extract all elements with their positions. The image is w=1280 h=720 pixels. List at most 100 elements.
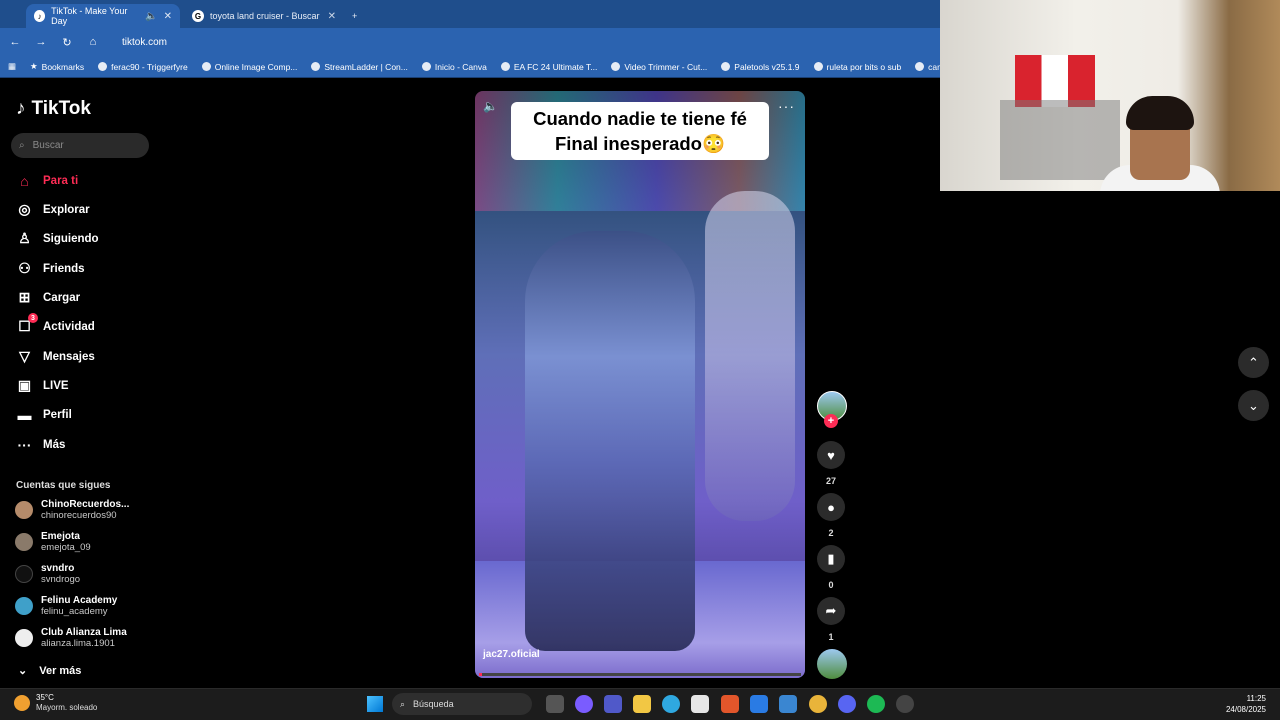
avatar	[15, 629, 33, 647]
close-tab-icon[interactable]: ✕	[164, 11, 172, 22]
bookmark-item[interactable]: EA FC 24 Ultimate T...	[500, 62, 597, 72]
video-progress-bar[interactable]	[479, 673, 801, 676]
home-icon[interactable]: ⌂	[86, 36, 100, 48]
bookmark-item[interactable]: ★ Bookmarks	[30, 61, 84, 72]
bookmark-item[interactable]: ferac90 - Triggerfyre	[98, 62, 188, 72]
save-button[interactable]: ▮	[817, 545, 845, 573]
music-disc-icon[interactable]	[817, 649, 847, 679]
edge-icon[interactable]	[662, 695, 680, 713]
tab-google-search[interactable]: G toyota land cruiser - Buscar con ✕	[184, 4, 344, 28]
followed-account[interactable]: Felinu Academy felinu_academy	[15, 595, 117, 617]
like-button[interactable]: ♥	[817, 441, 845, 469]
nav-siguiendo[interactable]: ♙ Siguiendo	[16, 230, 98, 247]
file-explorer-icon[interactable]	[633, 695, 651, 713]
task-view-icon[interactable]	[546, 695, 564, 713]
live-icon: ▣	[17, 377, 32, 393]
bookmark-item[interactable]: Video Trimmer - Cut...	[611, 62, 707, 72]
share-icon: ➦	[825, 603, 837, 618]
bookmark-item[interactable]: Inicio - Canva	[421, 62, 487, 72]
search-icon: ⌕	[19, 140, 25, 151]
video-frame	[705, 191, 795, 521]
comment-icon: ●	[827, 499, 835, 515]
star-icon: ★	[30, 61, 38, 71]
chevron-down-icon: ⌄	[18, 665, 28, 677]
windows-start-icon[interactable]	[367, 696, 383, 712]
bookmark-item[interactable]: Paletools v25.1.9	[721, 62, 800, 72]
bookmark-favicon-icon	[201, 62, 211, 71]
speaker-icon[interactable]: 🔈	[145, 11, 157, 22]
webcam-overlay	[940, 0, 1280, 191]
tab-title: toyota land cruiser - Buscar con	[210, 11, 320, 21]
share-button[interactable]: ➦	[817, 597, 845, 625]
previous-video-button[interactable]: ⌃	[1238, 347, 1269, 378]
share-count: 1	[828, 632, 834, 642]
next-video-button[interactable]: ⌄	[1238, 390, 1269, 421]
bookmark-favicon-icon	[721, 62, 731, 71]
see-more-button[interactable]: ⌄ Ver más	[18, 664, 81, 678]
spotify-icon[interactable]	[867, 695, 885, 713]
system-clock[interactable]: 11:25 24/08/2025	[1212, 693, 1266, 715]
bookmark-item[interactable]: ruleta por bits o sub	[813, 62, 901, 72]
more-options-icon[interactable]: ···	[778, 98, 795, 114]
nav-actividad[interactable]: ☐ 3 Actividad	[16, 313, 95, 335]
discord-icon[interactable]	[838, 695, 856, 713]
bookmark-item[interactable]: camara cel	[915, 62, 940, 72]
teams-icon[interactable]	[604, 695, 622, 713]
video-player[interactable]	[475, 91, 805, 678]
followed-account[interactable]: Club Alianza Lima alianza.lima.1901	[15, 627, 127, 649]
bookmark-favicon-icon	[813, 62, 823, 71]
follow-plus-icon[interactable]: +	[824, 414, 838, 428]
tab-title: TikTok - Make Your Day	[51, 6, 128, 26]
followed-account[interactable]: ChinoRecuerdos... chinorecuerdos90	[15, 499, 129, 521]
forward-icon[interactable]: →	[34, 36, 48, 48]
copilot-icon[interactable]	[575, 695, 593, 713]
taskbar-search[interactable]: ⌕ Búsqueda	[392, 693, 532, 715]
reload-icon[interactable]: ↻	[60, 36, 74, 49]
address-bar: ← → ↻ ⌂ tiktok.com	[0, 28, 940, 56]
followed-account[interactable]: Emejota emejota_09	[15, 531, 91, 553]
nav-mas[interactable]: ··· Más	[16, 436, 66, 453]
tiktok-favicon-icon: ♪	[34, 10, 46, 22]
nav-mensajes[interactable]: ▽ Mensajes	[16, 348, 95, 365]
tiktok-logo[interactable]: ♪ TikTok	[16, 98, 91, 120]
mail-icon[interactable]	[750, 695, 768, 713]
apps-icon[interactable]: ▦	[8, 61, 16, 72]
activity-icon: ☐ 3	[16, 313, 38, 335]
new-tab-button[interactable]: +	[344, 4, 365, 28]
nav-explorar[interactable]: ◎ Explorar	[16, 201, 89, 218]
bookmark-favicon-icon	[421, 62, 431, 71]
nav-cargar[interactable]: ⊞ Cargar	[16, 289, 80, 306]
followed-account[interactable]: svndro svndrogo	[15, 563, 80, 585]
nav-perfil[interactable]: ▬ Perfil	[16, 406, 72, 423]
photos-icon[interactable]	[779, 695, 797, 713]
back-icon[interactable]: ←	[8, 36, 22, 48]
search-input[interactable]: ⌕ Buscar	[11, 133, 149, 158]
office-icon[interactable]	[721, 695, 739, 713]
bookmark-item[interactable]: StreamLadder | Con...	[311, 62, 408, 72]
chrome-icon[interactable]	[809, 695, 827, 713]
close-tab-icon[interactable]: ✕	[328, 11, 336, 22]
friends-icon: ⚇	[18, 260, 31, 276]
profile-icon: ▬	[17, 406, 32, 423]
bookmark-favicon-icon	[915, 62, 925, 71]
avatar	[15, 501, 33, 519]
nav-live[interactable]: ▣ LIVE	[16, 377, 69, 394]
save-count: 0	[828, 580, 834, 590]
video-author[interactable]: jac27.oficial	[483, 649, 540, 660]
bookmark-item[interactable]: Online Image Comp...	[201, 62, 297, 72]
weather-widget[interactable]: 35°C Mayorm. soleado	[14, 693, 97, 713]
tab-tiktok[interactable]: ♪ TikTok - Make Your Day 🔈 ✕	[26, 4, 180, 28]
url-field[interactable]: tiktok.com	[122, 37, 167, 48]
comment-button[interactable]: ●	[817, 493, 845, 521]
obs-icon[interactable]	[896, 695, 914, 713]
comment-count: 2	[828, 528, 834, 538]
browser-tab-bar: ♪ TikTok - Make Your Day 🔈 ✕ G toyota la…	[0, 0, 940, 28]
compass-icon: ◎	[18, 201, 31, 217]
user-following-icon: ♙	[18, 230, 31, 246]
nav-friends[interactable]: ⚇ Friends	[16, 260, 84, 277]
nav-para-ti[interactable]: ⌂ Para ti	[16, 172, 78, 189]
volume-icon[interactable]: 🔈	[483, 99, 498, 113]
video-caption-overlay: Cuando nadie te tiene fé Final inesperad…	[511, 102, 769, 160]
store-icon[interactable]	[691, 695, 709, 713]
more-icon: ···	[17, 436, 32, 453]
